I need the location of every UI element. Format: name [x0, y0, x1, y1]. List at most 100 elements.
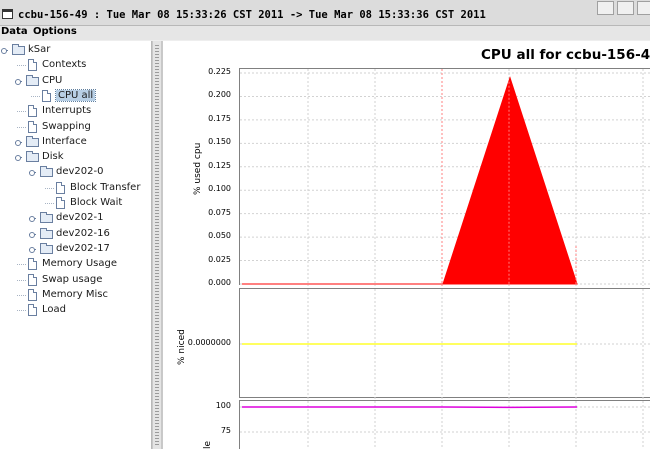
- collapse-handle-icon[interactable]: [1, 47, 8, 54]
- collapse-handle-icon[interactable]: [29, 169, 36, 177]
- panel-2-ylabel: % niced: [177, 329, 187, 365]
- navigation-tree: kSar Contexts CPU CPU all Interrupts Swapping…: [0, 41, 152, 449]
- tree-node-interface[interactable]: Interface: [0, 135, 150, 150]
- document-icon: [42, 89, 51, 102]
- maximize-button[interactable]: [617, 1, 634, 15]
- minimize-button[interactable]: [597, 1, 614, 15]
- folder-icon: [26, 74, 39, 86]
- expand-handle-icon[interactable]: [15, 139, 22, 146]
- tree-node-block-wait[interactable]: Block Wait: [0, 197, 150, 211]
- tree-node-label: dev202-0: [56, 166, 104, 178]
- document-icon: [28, 304, 37, 317]
- tree-node-cpu[interactable]: CPU: [0, 74, 150, 89]
- document-icon: [56, 181, 65, 194]
- tree-connector: [45, 187, 54, 189]
- tree-node-label: Interrupts: [42, 105, 92, 117]
- tree-node-label: dev202-1: [56, 212, 104, 224]
- tree-node-contexts[interactable]: Contexts: [0, 59, 150, 73]
- document-icon: [28, 105, 37, 118]
- expand-handle-icon[interactable]: [29, 246, 36, 253]
- panel-3-tick: 100: [215, 401, 231, 410]
- document-icon: [28, 258, 37, 271]
- menu-bar: Data Options: [0, 26, 650, 40]
- document-icon: [28, 120, 37, 133]
- panel-1-tick: 0.200: [208, 90, 231, 100]
- window-title-bar: ccbu-156-49 : Tue Mar 08 15:33:26 CST 20…: [0, 0, 650, 26]
- menu-data[interactable]: Data: [1, 26, 28, 37]
- tree-node-label: Swapping: [42, 120, 91, 132]
- tree-node-label: Contexts: [42, 59, 87, 71]
- folder-icon: [40, 242, 53, 254]
- tree-node-label: Memory Usage: [42, 258, 118, 270]
- folder-icon: [26, 135, 39, 147]
- tree-connector: [17, 65, 26, 67]
- splitter-grip[interactable]: [155, 45, 159, 445]
- menu-options[interactable]: Options: [33, 26, 77, 37]
- chart-title: CPU all for ccbu-156-4: [481, 47, 650, 63]
- tree-node-dev202-17[interactable]: dev202-17: [0, 242, 150, 257]
- tree-node-label: Block Transfer: [70, 181, 141, 193]
- cpu-idle-plot: [239, 400, 650, 449]
- tree-node-load[interactable]: Load: [0, 304, 150, 318]
- document-icon: [28, 288, 37, 301]
- panel-3-ylabel: le: [203, 440, 213, 449]
- cpu-used-svg: [240, 69, 650, 286]
- collapse-handle-icon[interactable]: [15, 78, 22, 85]
- panel-3-tick: 75: [220, 426, 231, 435]
- panel-1-tick: 0.150: [208, 137, 231, 147]
- tree-node-block-transfer[interactable]: Block Transfer: [0, 181, 150, 196]
- tree-node-swapping[interactable]: Swapping: [0, 120, 150, 135]
- tree-connector: [17, 294, 26, 296]
- tree-connector: [17, 111, 26, 113]
- tree-node-label: Load: [42, 304, 66, 316]
- tree-connector: [17, 310, 26, 312]
- panel-1-tick: 0.125: [208, 160, 231, 170]
- panel-1-tick: 0.175: [208, 113, 231, 123]
- panel-1-tick: 0.000: [208, 278, 231, 287]
- tree-node-label: CPU: [42, 74, 63, 86]
- panel-1-tick: 0.225: [208, 67, 231, 76]
- tree-connector: [45, 203, 54, 204]
- tree-node-ksar[interactable]: kSar: [0, 44, 150, 58]
- panel-1-tick: 0.025: [208, 254, 231, 264]
- document-icon: [28, 59, 37, 72]
- tree-node-memory-misc[interactable]: Memory Misc: [0, 288, 150, 303]
- tree-node-label: Memory Misc: [42, 288, 108, 300]
- expand-handle-icon[interactable]: [29, 215, 36, 223]
- tree-connector: [17, 264, 26, 266]
- tree-connector: [17, 279, 26, 281]
- tree-node-label: dev202-17: [56, 242, 110, 254]
- tree-node-swap-usage[interactable]: Swap usage: [0, 273, 150, 288]
- document-icon: [56, 197, 65, 209]
- cpu-used-area: [242, 76, 578, 285]
- tree-connector: [17, 126, 26, 128]
- folder-icon: [12, 44, 25, 55]
- cpu-idle-svg: [240, 401, 650, 449]
- folder-icon: [40, 227, 53, 239]
- tree-node-label: Interface: [42, 135, 87, 147]
- pane-splitter[interactable]: [152, 41, 162, 449]
- folder-icon: [40, 212, 53, 224]
- folder-icon: [26, 151, 39, 163]
- tree-node-disk[interactable]: Disk: [0, 151, 150, 165]
- cpu-used-plot: [239, 68, 650, 286]
- tree-node-memory-usage[interactable]: Memory Usage: [0, 258, 150, 272]
- panel-1-tick: 0.075: [208, 207, 231, 217]
- tree-node-cpu-all[interactable]: CPU all: [0, 88, 150, 104]
- tree-node-label: CPU all: [54, 88, 97, 102]
- tree-node-interrupts[interactable]: Interrupts: [0, 105, 150, 119]
- cpu-niced-svg: [240, 289, 650, 399]
- tree-node-dev202-0[interactable]: dev202-0: [0, 166, 150, 180]
- expand-handle-icon[interactable]: [29, 231, 36, 238]
- window-menu-icon[interactable]: [2, 9, 13, 19]
- tree-node-dev202-16[interactable]: dev202-16: [0, 227, 150, 242]
- cpu-niced-plot: [239, 288, 650, 399]
- document-icon: [28, 273, 37, 286]
- tree-node-label: dev202-16: [56, 227, 110, 239]
- folder-icon: [40, 166, 53, 178]
- close-button[interactable]: [637, 1, 650, 15]
- tree-node-label: kSar: [28, 44, 51, 55]
- collapse-handle-icon[interactable]: [15, 154, 22, 162]
- tree-connector: [31, 95, 40, 97]
- tree-node-dev202-1[interactable]: dev202-1: [0, 212, 150, 226]
